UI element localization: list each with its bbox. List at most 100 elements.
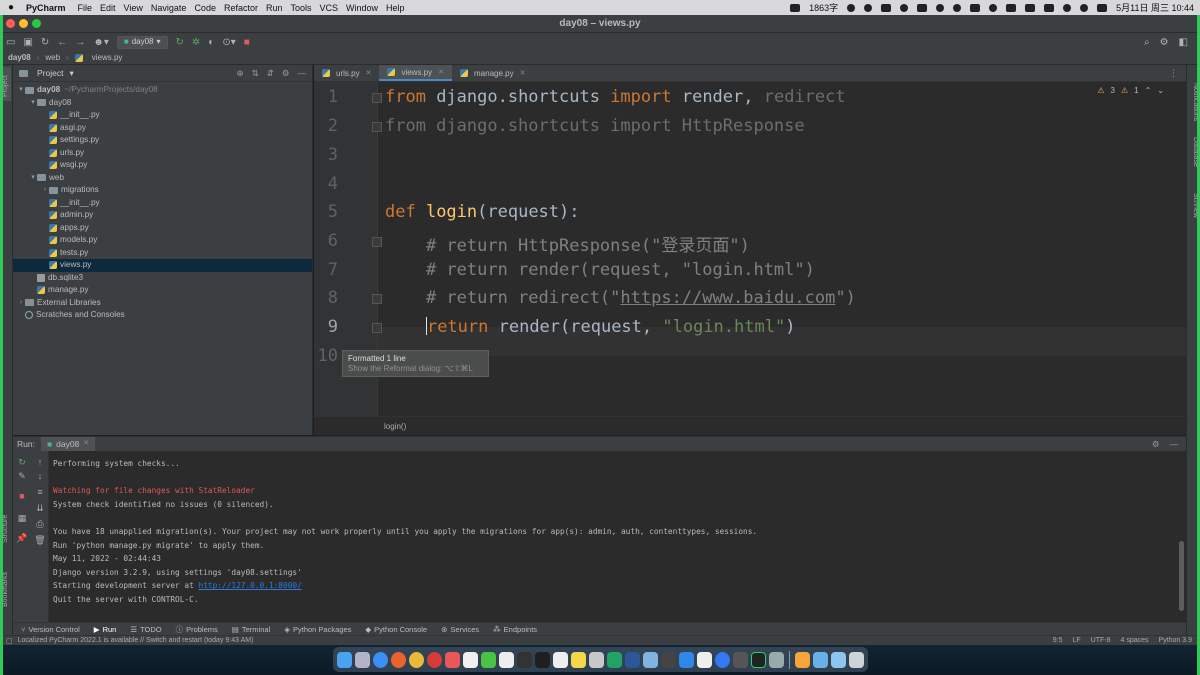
downloads-folder-icon[interactable] xyxy=(813,651,829,668)
layout-icon[interactable]: ▦ xyxy=(16,513,28,524)
print-icon[interactable]: ⎙ xyxy=(34,519,46,530)
folder-icon[interactable] xyxy=(831,651,847,668)
tree-item[interactable]: › External Libraries xyxy=(13,297,312,310)
soft-wrap-icon[interactable]: ≡ xyxy=(34,487,46,497)
memory-indicator[interactable]: 1863字 xyxy=(809,1,838,14)
chevron-down-icon[interactable]: ▾ xyxy=(29,97,37,110)
collapse-all-icon[interactable]: ⇵ xyxy=(267,68,274,79)
tab-version-control[interactable]: ⑂ Version Control xyxy=(21,625,80,634)
search-icon[interactable] xyxy=(1080,3,1089,12)
pin-icon[interactable]: 📌 xyxy=(16,533,28,544)
app-icon[interactable] xyxy=(445,651,460,668)
coverage-icon[interactable]: ◐ xyxy=(208,37,214,48)
sync-icon[interactable]: ↻ xyxy=(41,37,49,48)
tree-item[interactable]: tests.py xyxy=(13,247,312,260)
trash-icon[interactable] xyxy=(849,651,865,668)
netease-music-icon[interactable] xyxy=(427,651,442,668)
hide-panel-icon[interactable]: — xyxy=(1170,439,1179,450)
indent-setting[interactable]: 4 spaces xyxy=(1121,637,1149,644)
tree-item[interactable]: apps.py xyxy=(13,222,312,235)
run-config-select[interactable]: ■ day08 ▾ xyxy=(116,35,168,49)
close-tab-icon[interactable]: ✕ xyxy=(83,437,89,451)
excel-icon[interactable] xyxy=(607,651,622,668)
menu-window[interactable]: Window xyxy=(346,3,386,13)
fold-marker-icon[interactable] xyxy=(372,294,382,304)
app-icon[interactable] xyxy=(589,651,604,668)
safari-icon[interactable] xyxy=(373,651,388,668)
tab-views-py[interactable]: views.py ✕ xyxy=(379,65,452,81)
calendar-icon[interactable] xyxy=(463,651,478,668)
rerun-icon[interactable]: ↻ xyxy=(176,37,184,48)
scroll-up-icon[interactable]: ↑ xyxy=(34,457,46,467)
tree-item[interactable]: views.py xyxy=(13,259,312,272)
tree-item[interactable]: admin.py xyxy=(13,209,312,222)
tree-item[interactable]: models.py xyxy=(13,234,312,247)
app-icon[interactable] xyxy=(661,651,676,668)
app-menu[interactable]: PyCharm xyxy=(22,3,78,13)
fold-marker-icon[interactable] xyxy=(372,93,382,103)
bluetooth-icon[interactable] xyxy=(1006,3,1017,12)
locate-file-icon[interactable]: ⊕ xyxy=(237,68,244,79)
menu-edit[interactable]: Edit xyxy=(100,3,124,13)
tree-item[interactable]: asgi.py xyxy=(13,122,312,135)
chrome-icon[interactable] xyxy=(409,651,424,668)
clear-icon[interactable]: 🗑 xyxy=(34,535,46,546)
launchpad-icon[interactable] xyxy=(355,651,370,668)
python-interpreter[interactable]: Python 3.9 xyxy=(1159,637,1192,644)
project-tool-button[interactable]: Project xyxy=(2,75,9,97)
jetbrains-icon[interactable]: ◧ xyxy=(1179,37,1188,48)
app-icon[interactable] xyxy=(499,651,514,668)
app-tray-icon[interactable] xyxy=(917,3,928,12)
screen-record-icon[interactable] xyxy=(790,3,801,12)
status-square-icon[interactable]: ▢ xyxy=(6,637,13,645)
menu-file[interactable]: File xyxy=(78,3,101,13)
comment-url-link[interactable]: https://www.baidu.com xyxy=(620,288,835,308)
tab-problems[interactable]: ⓘ Problems xyxy=(176,624,218,635)
project-panel-title[interactable]: Project xyxy=(37,68,63,78)
wechat-icon[interactable] xyxy=(481,651,496,668)
tree-item[interactable]: ▾ day08 ~/PycharmProjects/day08 xyxy=(13,84,312,97)
fold-marker-icon[interactable] xyxy=(372,237,382,247)
terminal-icon[interactable] xyxy=(517,651,532,668)
settings-gear-icon[interactable]: ⚙ xyxy=(1160,37,1169,48)
tree-item[interactable]: › migrations xyxy=(13,184,312,197)
close-tab-icon[interactable]: ✕ xyxy=(520,66,526,81)
stop-icon[interactable]: ■ xyxy=(244,37,250,48)
save-all-icon[interactable]: ▣ xyxy=(23,37,32,48)
chevron-down-icon[interactable]: ▾ xyxy=(29,172,37,185)
tree-item[interactable]: Scratches and Consoles xyxy=(13,309,312,322)
tooltip-hint[interactable]: Show the Reformat dialog: ⌥⇧⌘L xyxy=(348,364,483,374)
caret-position[interactable]: 9:5 xyxy=(1053,637,1063,644)
status-message[interactable]: Localized PyCharm 2022.1 is available //… xyxy=(18,637,254,644)
chevron-down-icon[interactable]: ▾ xyxy=(17,84,25,97)
app-icon[interactable] xyxy=(625,651,640,668)
keyboard-icon[interactable] xyxy=(1025,3,1036,12)
menu-code[interactable]: Code xyxy=(194,3,224,13)
breadcrumb-item[interactable]: views.py xyxy=(92,53,123,62)
run-tab-day08[interactable]: ■ day08 ✕ xyxy=(40,437,96,451)
notes-icon[interactable] xyxy=(571,651,586,668)
fold-marker-icon[interactable] xyxy=(372,122,382,132)
chevron-right-icon[interactable]: › xyxy=(17,297,25,310)
app-icon[interactable] xyxy=(553,651,568,668)
menu-help[interactable]: Help xyxy=(386,3,413,13)
firefox-icon[interactable] xyxy=(391,651,406,668)
tree-item[interactable]: ▾ day08 xyxy=(13,97,312,110)
open-folder-icon[interactable]: ▭ xyxy=(6,37,15,48)
microphone-icon[interactable] xyxy=(864,3,873,12)
tab-python-packages[interactable]: ◈ Python Packages xyxy=(284,625,351,634)
app-icon[interactable] xyxy=(733,651,748,668)
app-icon[interactable] xyxy=(679,651,694,668)
app-icon[interactable] xyxy=(643,651,658,668)
menu-run[interactable]: Run xyxy=(266,3,291,13)
tab-services[interactable]: ⊛ Services xyxy=(441,625,479,634)
wrench-icon[interactable]: ✎ xyxy=(16,471,28,482)
structure-tool-button[interactable]: Structure xyxy=(2,515,9,543)
app-icon[interactable] xyxy=(697,651,712,668)
forward-icon[interactable]: → xyxy=(75,37,85,48)
hide-panel-icon[interactable]: — xyxy=(298,68,307,79)
wifi-icon[interactable] xyxy=(1063,3,1072,12)
close-tab-icon[interactable]: ✕ xyxy=(438,65,444,80)
tray-app-icon[interactable] xyxy=(970,3,981,12)
debug-icon[interactable]: ✲ xyxy=(192,37,200,48)
